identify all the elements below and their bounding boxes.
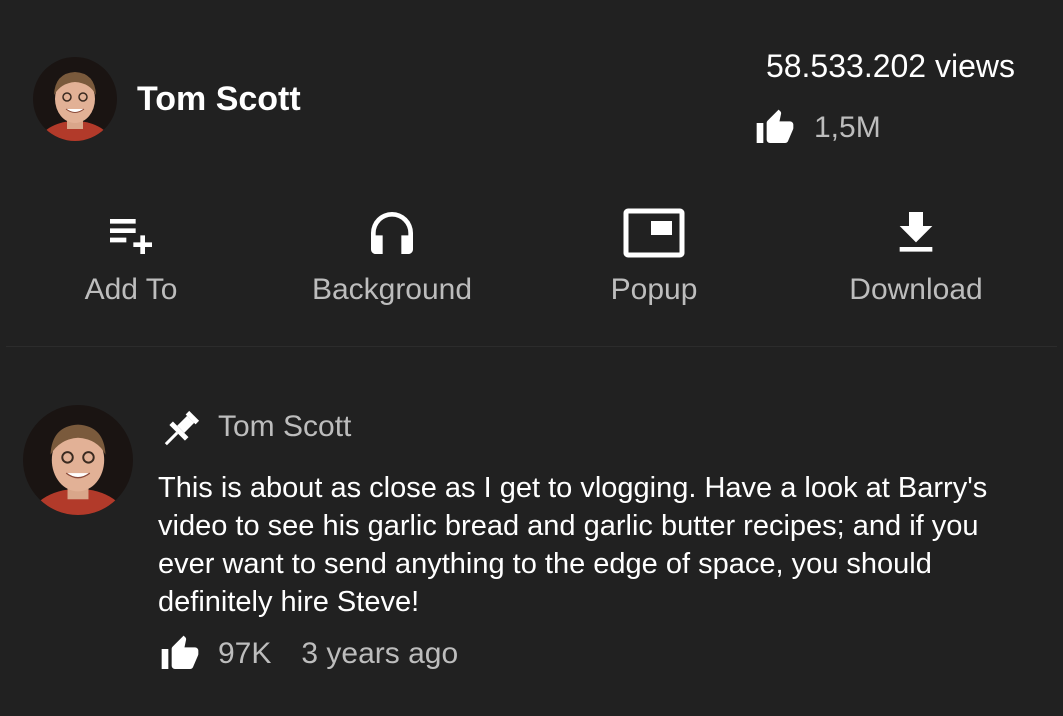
pin-icon [164, 410, 200, 446]
download-button[interactable]: Download [796, 205, 1036, 307]
comment-author-name[interactable]: Tom Scott [218, 410, 351, 444]
section-divider [6, 346, 1057, 347]
comment-author-avatar[interactable] [23, 405, 133, 515]
download-label: Download [849, 273, 983, 306]
popup-button[interactable]: Popup [534, 205, 774, 307]
background-label: Background [311, 273, 473, 306]
video-like-count: 1,5M [814, 111, 881, 144]
comment-timestamp: 3 years ago [301, 637, 459, 670]
video-detail-panel: Tom Scott 58.533.202 views 1,5M Add To B… [0, 0, 1063, 716]
picture-in-picture-icon [623, 208, 685, 258]
popup-label: Popup [610, 273, 698, 306]
add-to-label: Add To [84, 273, 178, 306]
channel-avatar[interactable] [33, 57, 117, 141]
comment-like-count: 97K [218, 637, 272, 670]
video-like-button[interactable]: 1,5M [752, 108, 881, 148]
comment-text: This is about as close as I get to vlogg… [158, 472, 988, 618]
headphones-icon [371, 212, 413, 254]
channel-name[interactable]: Tom Scott [137, 80, 301, 119]
comment-meta: 97K 3 years ago [158, 634, 458, 674]
background-play-button[interactable]: Background [272, 205, 512, 307]
thumbs-up-icon [161, 635, 199, 669]
playlist-add-icon [110, 219, 152, 254]
thumbs-up-icon [756, 109, 794, 143]
add-to-button[interactable]: Add To [11, 205, 251, 307]
download-icon [899, 212, 933, 252]
view-count: 58.533.202 views [765, 48, 1015, 84]
comment-like-button[interactable] [158, 634, 202, 674]
